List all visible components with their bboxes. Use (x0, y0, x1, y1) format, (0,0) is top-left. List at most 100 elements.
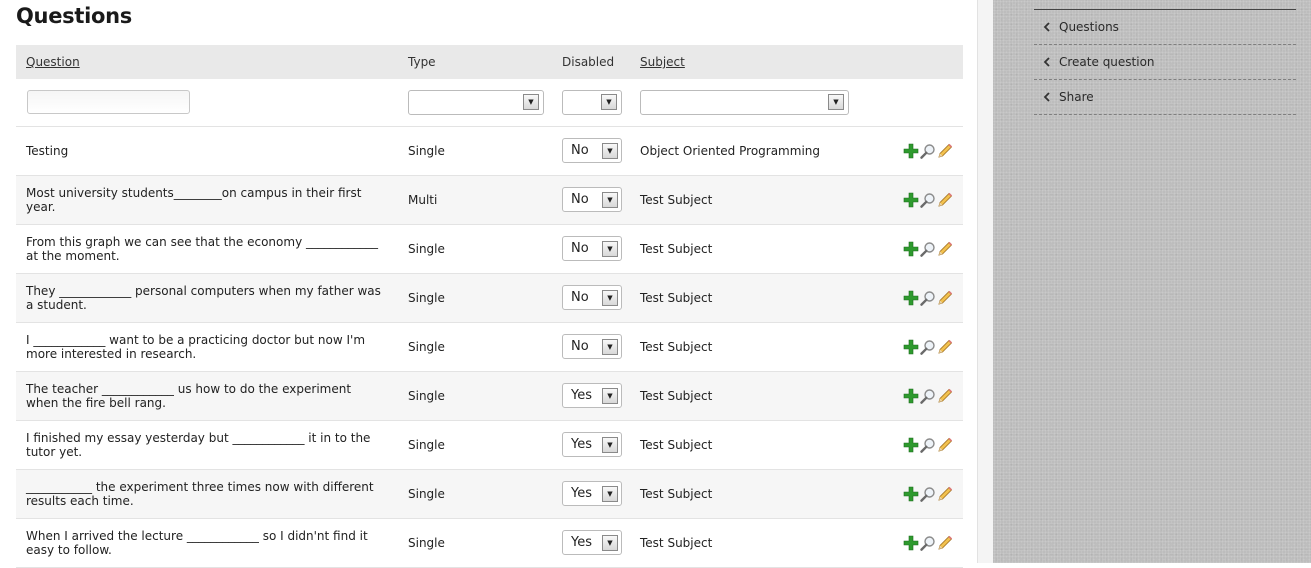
disabled-select[interactable]: No ▼ (562, 187, 622, 212)
type-cell: Single (398, 518, 554, 568)
dropdown-arrow-icon: ▼ (602, 289, 618, 306)
disabled-value: No (571, 191, 589, 207)
type-cell: Single (398, 420, 554, 470)
disabled-filter-select[interactable]: ▼ (562, 89, 622, 115)
dropdown-arrow-icon: ▼ (828, 94, 844, 111)
table-header-row: Question Type Disabled Subject (16, 45, 963, 79)
pencil-icon[interactable] (937, 437, 953, 453)
column-header-disabled: Disabled (554, 45, 634, 79)
plus-icon[interactable] (903, 290, 919, 306)
subject-cell: Test Subject (634, 469, 886, 519)
type-cell: Single (398, 273, 554, 323)
disabled-cell: No ▼ (554, 126, 634, 176)
magnifier-icon[interactable] (920, 535, 936, 551)
disabled-cell: No ▼ (554, 224, 634, 274)
pencil-icon[interactable] (937, 535, 953, 551)
disabled-select[interactable]: No ▼ (562, 236, 622, 261)
subject-cell: Test Subject (634, 322, 886, 372)
pencil-icon[interactable] (937, 486, 953, 502)
column-header-actions (886, 45, 963, 79)
subject-cell: Test Subject (634, 175, 886, 225)
questions-table: Question Type Disabled Subject ▼ ▼ ▼ Tes… (16, 45, 963, 568)
disabled-value: No (571, 240, 589, 256)
type-filter-select[interactable]: ▼ (408, 89, 544, 115)
disabled-value: Yes (571, 485, 592, 501)
question-cell: When I arrived the lecture ____________ … (16, 518, 398, 568)
plus-icon[interactable] (903, 339, 919, 355)
filter-row: ▼ ▼ ▼ (16, 79, 963, 127)
magnifier-icon[interactable] (920, 437, 936, 453)
plus-icon[interactable] (903, 143, 919, 159)
magnifier-icon[interactable] (920, 339, 936, 355)
sidebar-item-create-question[interactable]: Create question (1034, 45, 1296, 80)
table-row: Testing Single No ▼ Object Oriented Programm… (16, 126, 963, 176)
question-cell: From this graph we can see that the econ… (16, 224, 398, 274)
column-header-subject[interactable]: Subject (634, 45, 886, 79)
disabled-select[interactable]: Yes ▼ (562, 432, 622, 457)
pencil-icon[interactable] (937, 290, 953, 306)
actions-cell (886, 126, 963, 176)
magnifier-icon[interactable] (920, 290, 936, 306)
type-cell: Single (398, 371, 554, 421)
scroll-gutter (978, 0, 993, 563)
table-row: I finished my essay yesterday but ______… (16, 420, 963, 470)
subject-cell: Test Subject (634, 371, 886, 421)
pencil-icon[interactable] (937, 241, 953, 257)
question-cell: The teacher ____________ us how to do th… (16, 371, 398, 421)
pencil-icon[interactable] (937, 339, 953, 355)
subject-cell: Test Subject (634, 273, 886, 323)
pencil-icon[interactable] (937, 192, 953, 208)
dropdown-arrow-icon: ▼ (523, 94, 539, 111)
disabled-select[interactable]: Yes ▼ (562, 481, 622, 506)
question-cell: They ____________ personal computers whe… (16, 273, 398, 323)
question-cell: I ____________ want to be a practicing d… (16, 322, 398, 372)
disabled-value: Yes (571, 387, 592, 403)
disabled-cell: Yes ▼ (554, 518, 634, 568)
subject-filter-select[interactable]: ▼ (640, 89, 849, 115)
dropdown-arrow-icon: ▼ (602, 338, 618, 355)
question-cell: I finished my essay yesterday but ______… (16, 420, 398, 470)
subject-cell: Test Subject (634, 224, 886, 274)
magnifier-icon[interactable] (920, 241, 936, 257)
disabled-value: No (571, 338, 589, 354)
magnifier-icon[interactable] (920, 388, 936, 404)
plus-icon[interactable] (903, 388, 919, 404)
plus-icon[interactable] (903, 241, 919, 257)
chevron-left-icon (1034, 57, 1059, 67)
sort-question-link[interactable]: Question (26, 55, 80, 69)
plus-icon[interactable] (903, 192, 919, 208)
main-content: Questions Question Type Disabled Subject… (0, 0, 978, 568)
disabled-select[interactable]: No ▼ (562, 285, 622, 310)
sidebar-item-share[interactable]: Share (1034, 80, 1296, 115)
plus-icon[interactable] (903, 486, 919, 502)
magnifier-icon[interactable] (920, 486, 936, 502)
pencil-icon[interactable] (937, 143, 953, 159)
dropdown-arrow-icon: ▼ (602, 240, 618, 257)
plus-icon[interactable] (903, 535, 919, 551)
pencil-icon[interactable] (937, 388, 953, 404)
table-row: ___________ the experiment three times n… (16, 469, 963, 519)
disabled-cell: Yes ▼ (554, 469, 634, 519)
disabled-select[interactable]: Yes ▼ (562, 530, 622, 555)
sidebar-item-label: Share (1059, 90, 1094, 104)
dropdown-arrow-icon: ▼ (602, 142, 618, 159)
table-row: I ____________ want to be a practicing d… (16, 322, 963, 372)
disabled-select[interactable]: No ▼ (562, 334, 622, 359)
sort-subject-link[interactable]: Subject (640, 55, 685, 69)
sidebar-item-questions[interactable]: Questions (1034, 10, 1296, 45)
actions-cell (886, 518, 963, 568)
chevron-left-icon (1034, 92, 1059, 102)
magnifier-icon[interactable] (920, 192, 936, 208)
table-row: They ____________ personal computers whe… (16, 273, 963, 323)
question-filter-input[interactable] (27, 90, 190, 115)
column-header-question[interactable]: Question (16, 45, 398, 79)
table-row: The teacher ____________ us how to do th… (16, 371, 963, 421)
disabled-cell: No ▼ (554, 175, 634, 225)
disabled-select[interactable]: No ▼ (562, 138, 622, 163)
magnifier-icon[interactable] (920, 143, 936, 159)
table-row: From this graph we can see that the econ… (16, 224, 963, 274)
plus-icon[interactable] (903, 437, 919, 453)
disabled-cell: No ▼ (554, 273, 634, 323)
disabled-select[interactable]: Yes ▼ (562, 383, 622, 408)
dropdown-arrow-icon: ▼ (602, 387, 618, 404)
